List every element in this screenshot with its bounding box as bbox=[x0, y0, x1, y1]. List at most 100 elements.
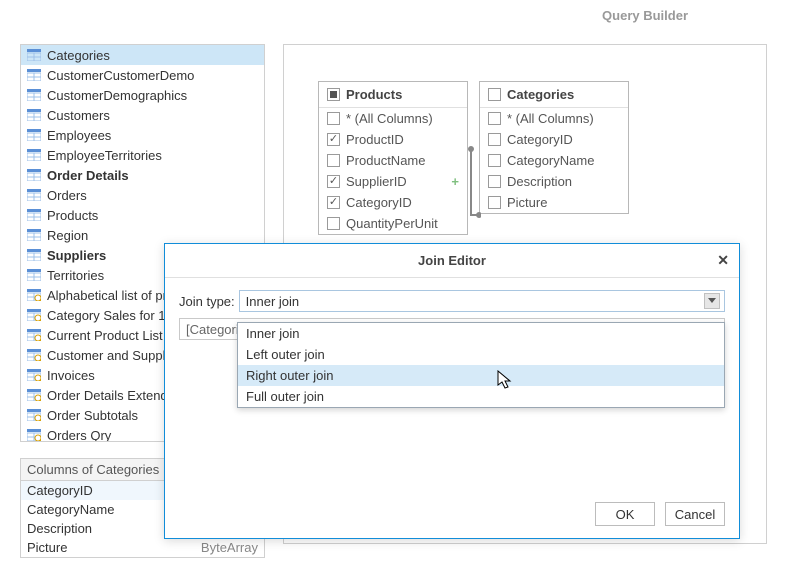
entity-field[interactable]: CategoryName bbox=[480, 150, 628, 171]
field-checkbox[interactable] bbox=[327, 133, 340, 146]
table-icon bbox=[27, 89, 41, 101]
table-icon bbox=[27, 169, 41, 181]
tree-item-label: Categories bbox=[47, 48, 110, 63]
entity-products-header[interactable]: Products bbox=[319, 82, 467, 108]
dropdown-option[interactable]: Right outer join bbox=[238, 365, 724, 386]
tree-item-label: Current Product List bbox=[47, 328, 163, 343]
entity-products-checkbox[interactable] bbox=[327, 88, 340, 101]
tree-item[interactable]: CustomerDemographics bbox=[21, 85, 264, 105]
entity-categories-title: Categories bbox=[507, 87, 574, 102]
view-icon bbox=[27, 429, 41, 441]
entity-field[interactable]: QuantityPerUnit bbox=[319, 213, 467, 234]
field-checkbox[interactable] bbox=[327, 112, 340, 125]
field-label: SupplierID bbox=[346, 174, 407, 189]
plus-icon[interactable]: + bbox=[451, 174, 459, 189]
entity-field[interactable]: ProductName bbox=[319, 150, 467, 171]
view-icon bbox=[27, 409, 41, 421]
tree-item-label: Employees bbox=[47, 128, 111, 143]
field-label: QuantityPerUnit bbox=[346, 216, 438, 231]
tree-item[interactable]: Region bbox=[21, 225, 264, 245]
column-row[interactable]: PictureByteArray bbox=[21, 538, 264, 557]
field-label: * (All Columns) bbox=[346, 111, 433, 126]
join-type-selected: Inner join bbox=[246, 294, 299, 309]
entity-categories-header[interactable]: Categories bbox=[480, 82, 628, 108]
join-editor-title: Join Editor bbox=[418, 253, 486, 268]
tree-item[interactable]: Orders bbox=[21, 185, 264, 205]
view-icon bbox=[27, 369, 41, 381]
table-icon bbox=[27, 209, 41, 221]
view-icon bbox=[27, 389, 41, 401]
tree-item[interactable]: Products bbox=[21, 205, 264, 225]
field-label: Picture bbox=[507, 195, 547, 210]
join-type-combobox[interactable]: Inner join bbox=[239, 290, 725, 312]
table-icon bbox=[27, 189, 41, 201]
field-checkbox[interactable] bbox=[488, 196, 501, 209]
entity-field[interactable]: CategoryID bbox=[319, 192, 467, 213]
field-checkbox[interactable] bbox=[488, 175, 501, 188]
entity-field[interactable]: * (All Columns) bbox=[319, 108, 467, 129]
tree-item-label: Suppliers bbox=[47, 248, 106, 263]
table-icon bbox=[27, 249, 41, 261]
field-checkbox[interactable] bbox=[327, 217, 340, 230]
close-icon[interactable]: ✕ bbox=[717, 252, 729, 269]
column-name: Picture bbox=[27, 540, 67, 555]
column-name: CategoryID bbox=[27, 483, 93, 498]
field-label: ProductID bbox=[346, 132, 404, 147]
view-icon bbox=[27, 289, 41, 301]
tree-item[interactable]: CustomerCustomerDemo bbox=[21, 65, 264, 85]
column-name: Description bbox=[27, 521, 92, 536]
entity-categories-checkbox[interactable] bbox=[488, 88, 501, 101]
entity-products[interactable]: Products * (All Columns) ProductID Product… bbox=[318, 81, 468, 235]
tree-item[interactable]: Employees bbox=[21, 125, 264, 145]
page-title: Query Builder bbox=[602, 8, 688, 23]
field-checkbox[interactable] bbox=[327, 154, 340, 167]
field-checkbox[interactable] bbox=[327, 196, 340, 209]
field-checkbox[interactable] bbox=[488, 112, 501, 125]
field-label: Description bbox=[507, 174, 572, 189]
field-checkbox[interactable] bbox=[488, 133, 501, 146]
ok-button[interactable]: OK bbox=[595, 502, 655, 526]
table-icon bbox=[27, 129, 41, 141]
tree-item-label: Territories bbox=[47, 268, 104, 283]
join-type-dropdown[interactable]: Inner joinLeft outer joinRight outer joi… bbox=[237, 322, 725, 408]
tree-item-label: Customers bbox=[47, 108, 110, 123]
entity-field[interactable]: CategoryID bbox=[480, 129, 628, 150]
dropdown-option[interactable]: Left outer join bbox=[238, 344, 724, 365]
field-label: ProductName bbox=[346, 153, 425, 168]
field-checkbox[interactable] bbox=[327, 175, 340, 188]
join-editor-titlebar: Join Editor ✕ bbox=[165, 244, 739, 278]
entity-field[interactable]: Picture bbox=[480, 192, 628, 213]
tree-item[interactable]: Customers bbox=[21, 105, 264, 125]
chevron-down-icon[interactable] bbox=[704, 293, 720, 309]
column-name: CategoryName bbox=[27, 502, 114, 517]
tree-item-label: Orders Qry bbox=[47, 428, 111, 443]
tree-item-label: CustomerCustomerDemo bbox=[47, 68, 194, 83]
view-icon bbox=[27, 349, 41, 361]
entity-field[interactable]: Description bbox=[480, 171, 628, 192]
join-type-label: Join type: bbox=[179, 294, 235, 309]
tree-item-label: Order Details bbox=[47, 168, 129, 183]
tree-item-label: Region bbox=[47, 228, 88, 243]
tree-item-label: Order Details Extended bbox=[47, 388, 182, 403]
view-icon bbox=[27, 329, 41, 341]
tree-item-label: Invoices bbox=[47, 368, 95, 383]
field-label: * (All Columns) bbox=[507, 111, 594, 126]
field-checkbox[interactable] bbox=[488, 154, 501, 167]
dropdown-option[interactable]: Full outer join bbox=[238, 386, 724, 407]
entity-field[interactable]: * (All Columns) bbox=[480, 108, 628, 129]
table-icon bbox=[27, 149, 41, 161]
cancel-button[interactable]: Cancel bbox=[665, 502, 725, 526]
table-icon bbox=[27, 49, 41, 61]
field-label: CategoryName bbox=[507, 153, 594, 168]
dropdown-option[interactable]: Inner join bbox=[238, 323, 724, 344]
table-icon bbox=[27, 229, 41, 241]
tree-item[interactable]: Order Details bbox=[21, 165, 264, 185]
entity-field[interactable]: ProductID bbox=[319, 129, 467, 150]
table-icon bbox=[27, 109, 41, 121]
tree-item-label: Order Subtotals bbox=[47, 408, 138, 423]
entity-categories[interactable]: Categories * (All Columns) CategoryID Cate… bbox=[479, 81, 629, 214]
tree-item[interactable]: Categories bbox=[21, 45, 264, 65]
table-icon bbox=[27, 269, 41, 281]
entity-field[interactable]: SupplierID + bbox=[319, 171, 467, 192]
tree-item[interactable]: EmployeeTerritories bbox=[21, 145, 264, 165]
